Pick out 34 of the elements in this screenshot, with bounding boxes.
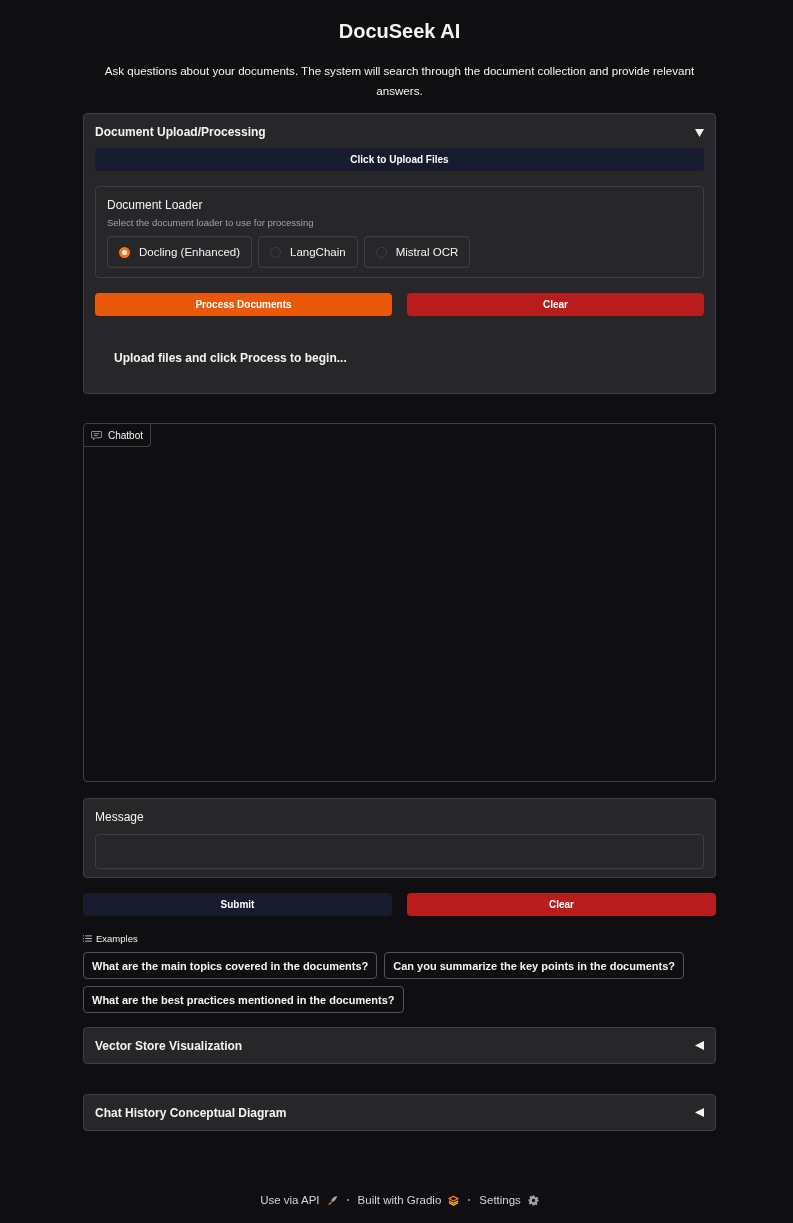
radio-option[interactable]: Docling (Enhanced) — [107, 236, 252, 268]
list-icon — [83, 934, 92, 942]
accordion-panel[interactable]: Vector Store Visualization — [83, 1027, 716, 1064]
rocket-icon — [326, 1194, 338, 1206]
submit-button[interactable]: Submit — [83, 893, 392, 916]
accordion-title[interactable]: Document Upload/Processing — [95, 125, 266, 139]
loader-info: Select the document loader to use for processing — [107, 216, 315, 229]
footer-link[interactable]: Settings — [479, 1194, 539, 1206]
example-button[interactable]: Can you summarize the key points in the documents? — [384, 952, 685, 979]
layered-logo-icon — [448, 1194, 460, 1206]
message-input[interactable] — [95, 834, 704, 869]
message-label: Message — [95, 809, 145, 825]
app-title: DocuSeek AI — [337, 19, 462, 44]
radio-option[interactable]: Mistral OCR — [363, 236, 471, 268]
accordion-title: Chat History Conceptual Diagram — [95, 1105, 287, 1120]
footer-link[interactable]: Built with Gradio — [357, 1194, 460, 1206]
caret-icon[interactable] — [695, 127, 704, 137]
upload-files-button[interactable]: Click to Upload Files — [95, 148, 704, 171]
loader-label: Document Loader — [107, 197, 204, 213]
example-button[interactable]: What are the main topics covered in the documents? — [83, 952, 378, 979]
process-button[interactable]: Process Documents — [95, 293, 392, 316]
chatbot-label-text: Chatbot — [108, 429, 144, 441]
accordion-title: Vector Store Visualization — [95, 1038, 243, 1053]
gear-icon — [527, 1194, 539, 1206]
app-description: Ask questions about your documents. The system will search through the document collection and provide relevant answers. — [103, 63, 696, 99]
status-text: Upload files and click Process to begin... — [113, 350, 348, 366]
clear-button[interactable]: Clear — [407, 893, 716, 916]
examples-label: Examples — [96, 932, 138, 944]
accordion-panel[interactable]: Chat History Conceptual Diagram — [83, 1094, 716, 1131]
radio-option[interactable]: LangChain — [258, 236, 358, 268]
chat-bubble-icon — [91, 430, 102, 440]
footer-link[interactable]: Use via API — [260, 1194, 338, 1206]
example-button[interactable]: What are the best practices mentioned in the documents? — [83, 986, 404, 1013]
clear-button[interactable]: Clear — [407, 293, 704, 316]
